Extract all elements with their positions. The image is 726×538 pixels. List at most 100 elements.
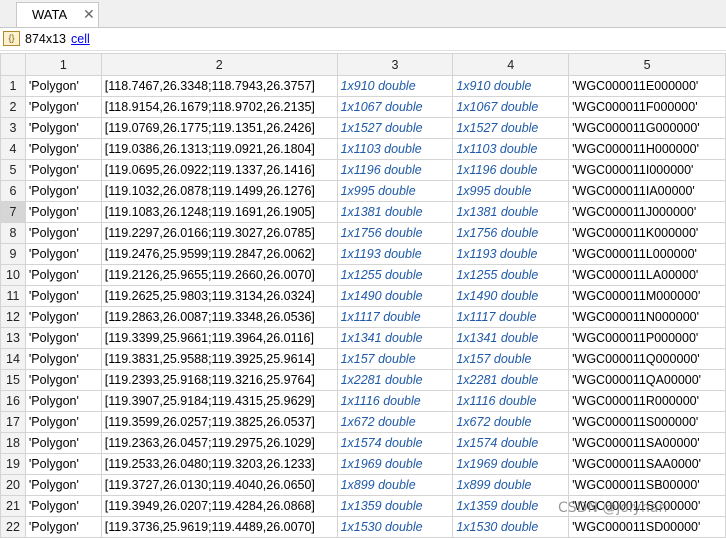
table-cell[interactable]: 1x1067 double [336,96,454,118]
table-cell[interactable]: 1x672 double [452,411,570,433]
table-cell[interactable]: [119.2126,25.9655;119.2660,26.0070] [100,264,338,286]
table-cell[interactable]: [119.3831,25.9588;119.3925,25.9614] [100,348,338,370]
table-cell[interactable]: 'WGC000011H000000' [568,138,726,160]
table-cell[interactable]: [119.2393,25.9168;119.3216,25.9764] [100,369,338,391]
table-cell[interactable]: 1x1527 double [452,117,570,139]
row-header[interactable]: 8 [0,222,26,244]
table-cell[interactable]: [119.1083,26.1248;119.1691,26.1905] [100,201,338,223]
table-cell[interactable]: 'WGC000011J000000' [568,201,726,223]
table-cell[interactable]: 'Polygon' [24,348,102,370]
table-cell[interactable]: 'Polygon' [24,516,102,538]
table-cell[interactable]: 1x1255 double [336,264,454,286]
table-cell[interactable]: 1x995 double [452,180,570,202]
table-cell[interactable]: 1x1116 double [336,390,454,412]
column-header-1[interactable]: 1 [24,53,102,76]
row-header[interactable]: 2 [0,96,26,118]
table-cell[interactable]: 1x157 double [336,348,454,370]
table-cell[interactable]: [119.2625,25.9803;119.3134,26.0324] [100,285,338,307]
row-header[interactable]: 14 [0,348,26,370]
table-cell[interactable]: 'WGC000011E000000' [568,75,726,97]
row-header[interactable]: 19 [0,453,26,475]
column-header-4[interactable]: 4 [452,53,570,76]
table-cell[interactable]: 'Polygon' [24,75,102,97]
table-cell[interactable]: 1x157 double [452,348,570,370]
row-header[interactable]: 11 [0,285,26,307]
table-cell[interactable]: [119.3736,25.9619;119.4489,26.0070] [100,516,338,538]
table-cell[interactable]: [119.2863,26.0087;119.3348,26.0536] [100,306,338,328]
table-cell[interactable]: 1x1527 double [336,117,454,139]
table-cell[interactable]: [118.9154,26.1679;118.9702,26.2135] [100,96,338,118]
table-cell[interactable]: 1x2281 double [336,369,454,391]
table-cell[interactable]: [119.2297,26.0166;119.3027,26.0785] [100,222,338,244]
table-cell[interactable]: 'Polygon' [24,180,102,202]
table-cell[interactable]: 1x1381 double [336,201,454,223]
table-cell[interactable]: 'Polygon' [24,96,102,118]
table-cell[interactable]: 1x910 double [452,75,570,97]
row-header[interactable]: 6 [0,180,26,202]
table-cell[interactable]: 'Polygon' [24,222,102,244]
table-cell[interactable]: 'Polygon' [24,138,102,160]
table-cell[interactable]: [119.2533,26.0480;119.3203,26.1233] [100,453,338,475]
table-cell[interactable]: [119.0386,26.1313;119.0921,26.1804] [100,138,338,160]
close-icon[interactable]: ✕ [83,6,95,23]
table-cell[interactable]: 1x672 double [336,411,454,433]
row-header[interactable]: 7 [0,201,26,223]
table-cell[interactable]: 1x1193 double [336,243,454,265]
row-header[interactable]: 10 [0,264,26,286]
row-header[interactable]: 22 [0,516,26,538]
table-cell[interactable]: 'Polygon' [24,453,102,475]
table-cell[interactable]: 1x1193 double [452,243,570,265]
table-cell[interactable]: 1x1490 double [336,285,454,307]
table-cell[interactable]: [119.3949,26.0207;119.4284,26.0868] [100,495,338,517]
column-header-5[interactable]: 5 [568,53,726,76]
table-cell[interactable]: 1x1574 double [452,432,570,454]
row-header[interactable]: 20 [0,474,26,496]
table-cell[interactable]: 'Polygon' [24,411,102,433]
table-cell[interactable]: [119.3599,26.0257;119.3825,26.0537] [100,411,338,433]
corner-header[interactable] [0,53,26,76]
row-header[interactable]: 4 [0,138,26,160]
table-cell[interactable]: 'WGC000011F000000' [568,96,726,118]
table-cell[interactable]: [119.2363,26.0457;119.2975,26.1029] [100,432,338,454]
table-cell[interactable]: 'WGC000011SA00000' [568,432,726,454]
row-header[interactable]: 9 [0,243,26,265]
table-cell[interactable]: 'Polygon' [24,117,102,139]
table-cell[interactable]: 'WGC000011LA00000' [568,264,726,286]
table-cell[interactable]: 1x1196 double [452,159,570,181]
table-cell[interactable]: 'WGC000011G000000' [568,117,726,139]
row-header[interactable]: 18 [0,432,26,454]
table-cell[interactable]: [119.1032,26.0878;119.1499,26.1276] [100,180,338,202]
table-cell[interactable]: 1x1530 double [336,516,454,538]
table-cell[interactable]: 'Polygon' [24,264,102,286]
table-cell[interactable]: 'WGC000011IA00000' [568,180,726,202]
class-link[interactable]: cell [71,32,90,46]
table-cell[interactable]: 1x995 double [336,180,454,202]
table-cell[interactable]: 'Polygon' [24,432,102,454]
table-cell[interactable]: 1x899 double [452,474,570,496]
row-header[interactable]: 1 [0,75,26,97]
table-cell[interactable]: 1x1381 double [452,201,570,223]
table-cell[interactable]: 'WGC000011SD00000' [568,516,726,538]
row-header[interactable]: 13 [0,327,26,349]
tab-wata[interactable]: WATA ✕ [16,2,99,27]
table-cell[interactable]: 1x1490 double [452,285,570,307]
table-cell[interactable]: 1x1756 double [336,222,454,244]
table-cell[interactable]: 'Polygon' [24,243,102,265]
table-cell[interactable]: 'WGC000011L000000' [568,243,726,265]
table-cell[interactable]: 1x1196 double [336,159,454,181]
column-header-3[interactable]: 3 [336,53,454,76]
table-cell[interactable]: 1x2281 double [452,369,570,391]
table-cell[interactable]: 'Polygon' [24,390,102,412]
table-cell[interactable]: 1x1341 double [452,327,570,349]
table-cell[interactable]: 1x1574 double [336,432,454,454]
table-cell[interactable]: 'WGC000011M000000' [568,285,726,307]
table-cell[interactable]: 1x1756 double [452,222,570,244]
table-cell[interactable]: 1x1117 double [336,306,454,328]
row-header[interactable]: 15 [0,369,26,391]
table-cell[interactable]: 1x1103 double [336,138,454,160]
table-cell[interactable]: 'Polygon' [24,474,102,496]
table-cell[interactable]: 'WGC000011I000000' [568,159,726,181]
table-cell[interactable]: [118.7467,26.3348;118.7943,26.3757] [100,75,338,97]
table-cell[interactable]: 'WGC000011SAA0000' [568,453,726,475]
table-cell[interactable]: 'WGC000011SB00000' [568,474,726,496]
